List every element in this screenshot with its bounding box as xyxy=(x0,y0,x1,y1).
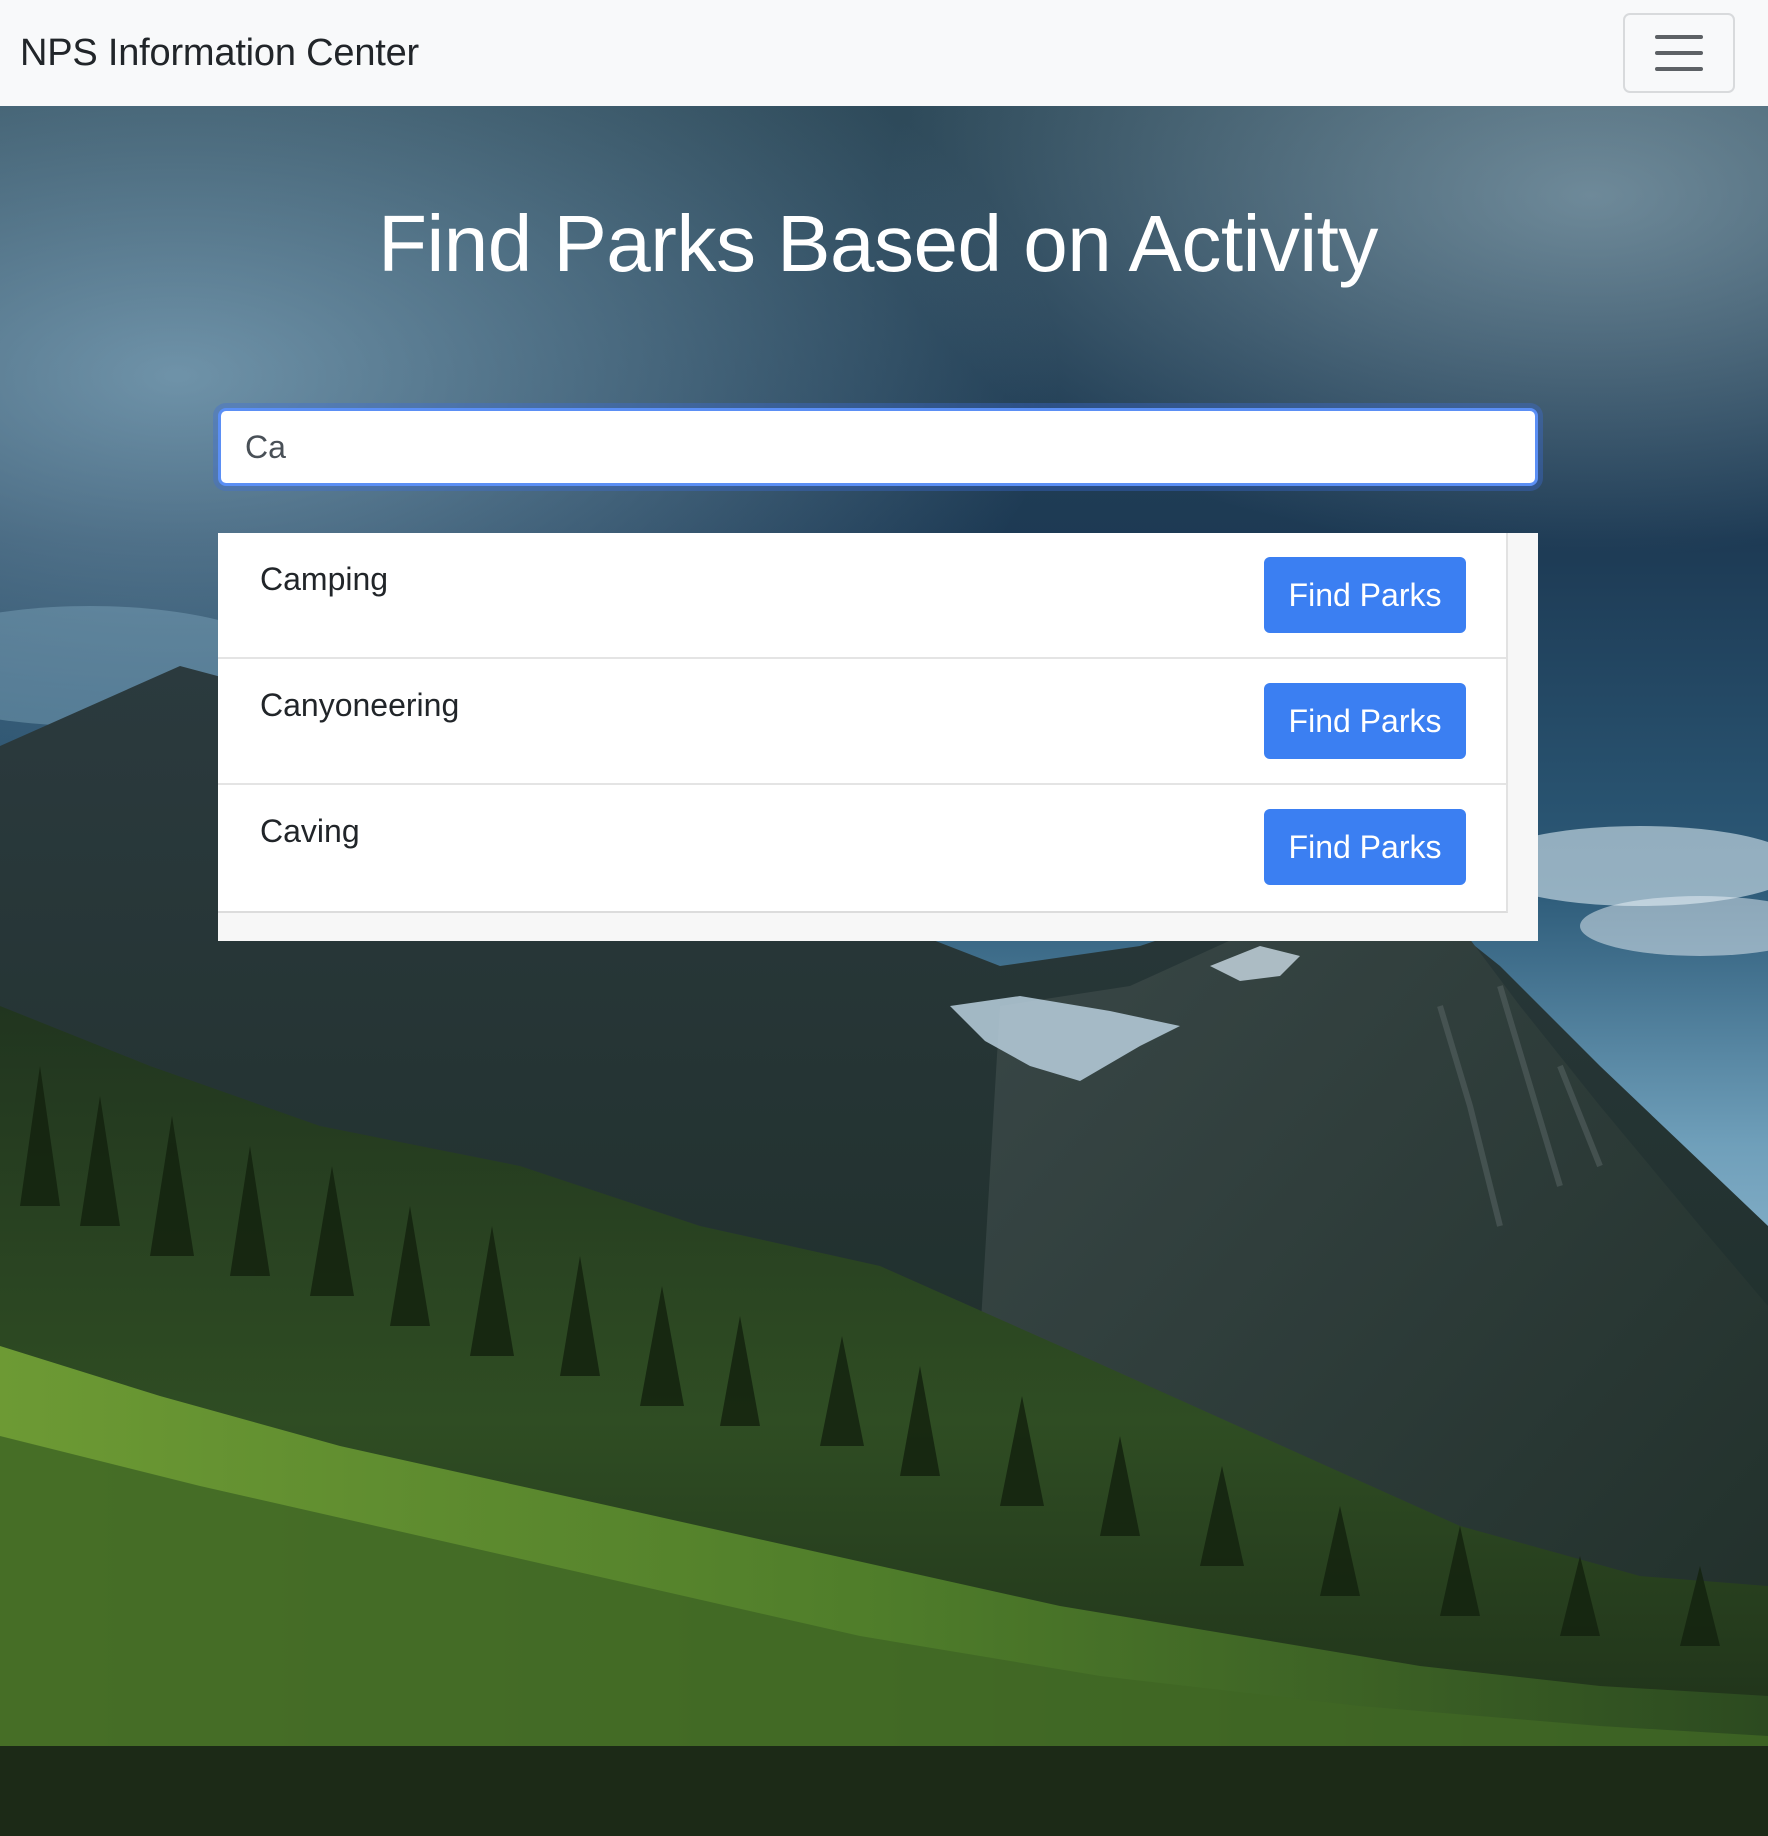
navbar-brand[interactable]: NPS Information Center xyxy=(20,32,419,75)
activity-name: Camping xyxy=(260,561,389,597)
activity-search-input[interactable] xyxy=(218,408,1538,486)
list-item: Canyoneering Find Parks xyxy=(218,659,1506,785)
list-item: Camping Find Parks xyxy=(218,533,1506,659)
page-title: Find Parks Based on Activity xyxy=(378,199,1378,288)
activity-name: Canyoneering xyxy=(260,687,460,723)
menu-bar xyxy=(1655,51,1703,55)
results-list: Camping Find Parks Canyoneering Find Par… xyxy=(218,533,1508,913)
find-parks-button[interactable]: Find Parks xyxy=(1264,809,1466,885)
mountain-landscape-image xyxy=(0,106,1768,1836)
find-parks-button[interactable]: Find Parks xyxy=(1264,557,1466,633)
hero-background-image xyxy=(0,106,1768,1836)
list-item: Caving Find Parks xyxy=(218,785,1506,911)
find-parks-button[interactable]: Find Parks xyxy=(1264,683,1466,759)
search-results-panel: Camping Find Parks Canyoneering Find Par… xyxy=(218,533,1538,941)
hamburger-menu-icon[interactable] xyxy=(1623,13,1735,93)
menu-bar xyxy=(1655,67,1703,71)
navbar: NPS Information Center xyxy=(0,0,1768,106)
activity-name: Caving xyxy=(260,813,360,849)
menu-bar xyxy=(1655,35,1703,39)
